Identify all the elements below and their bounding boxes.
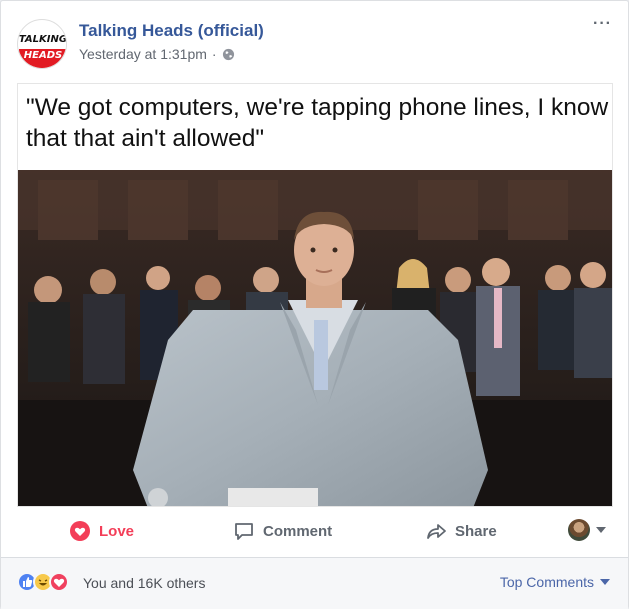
post-card: TALKING HEADS Talking Heads (official) Y…: [0, 0, 629, 609]
comment-icon: [235, 523, 253, 540]
meme-photo: [18, 170, 612, 506]
share-icon: [427, 524, 446, 539]
love-label: Love: [99, 522, 135, 540]
page-avatar[interactable]: TALKING HEADS: [17, 19, 67, 69]
post-footer: You and 16K others Top Comments: [1, 557, 628, 609]
svg-text:TALKING: TALKING: [19, 34, 67, 45]
love-button[interactable]: Love: [69, 511, 134, 551]
share-label: Share: [455, 522, 497, 540]
svg-text:HEADS: HEADS: [24, 50, 62, 61]
reaction-summary[interactable]: You and 16K others: [83, 575, 205, 591]
comment-button[interactable]: Comment: [233, 511, 332, 551]
comment-label: Comment: [263, 522, 333, 540]
post-image[interactable]: "We got computers, we're tapping phone l…: [17, 83, 613, 507]
top-comments-dropdown[interactable]: Top Comments: [500, 574, 610, 590]
globe-icon[interactable]: [222, 48, 235, 61]
more-options-icon[interactable]: ···: [593, 16, 612, 32]
post-meta: Yesterday at 1:31pm ·: [79, 46, 235, 62]
chevron-down-icon: [596, 527, 606, 533]
post-timestamp[interactable]: Yesterday at 1:31pm: [79, 46, 207, 62]
page-name-link[interactable]: Talking Heads (official): [79, 21, 264, 41]
chevron-down-icon: [600, 579, 610, 585]
meta-separator: ·: [211, 46, 217, 62]
heart-icon: [49, 572, 69, 592]
react-as-selector[interactable]: [568, 519, 606, 541]
meme-caption: "We got computers, we're tapping phone l…: [26, 94, 609, 152]
reaction-icons[interactable]: [17, 572, 69, 592]
love-icon: [70, 521, 90, 541]
top-comments-label: Top Comments: [499, 574, 594, 590]
share-button[interactable]: Share: [425, 511, 497, 551]
action-bar: Love Comment Share: [17, 511, 614, 551]
user-avatar: [568, 519, 590, 541]
